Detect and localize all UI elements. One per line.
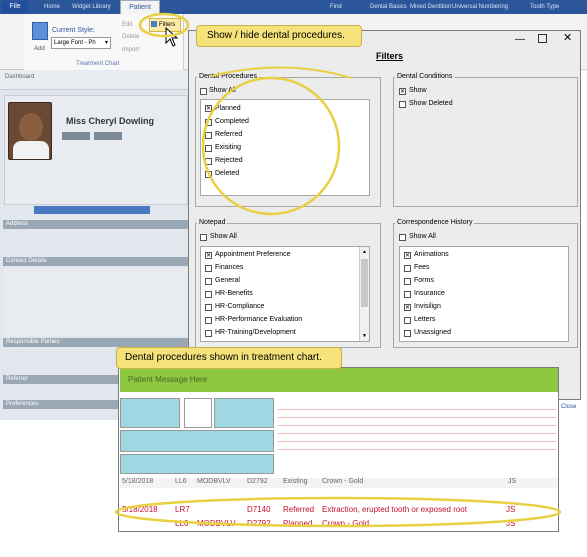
style-select[interactable]: Large Font - Ph ▾ — [51, 37, 111, 49]
tab-find[interactable]: Find — [330, 1, 342, 13]
callout-treatment-chart: Dental procedures shown in treatment cha… — [116, 347, 342, 369]
notepad-show-all-checkbox[interactable] — [200, 234, 207, 241]
unassigned-checkbox[interactable] — [404, 330, 411, 337]
chart-cell — [120, 398, 180, 428]
finances-label: Finances — [215, 264, 244, 271]
tab-home[interactable]: Home — [44, 1, 60, 13]
tab-universal-numbering[interactable]: Universal Numbering — [452, 1, 508, 13]
finances-checkbox[interactable] — [205, 265, 212, 272]
insurance-checkbox[interactable] — [404, 291, 411, 298]
chevron-down-icon: ▾ — [104, 40, 108, 46]
highlight-ellipse-rows — [114, 496, 562, 528]
tab-file[interactable]: File — [2, 1, 28, 13]
patient-name: Miss Cheryl Dowling — [66, 116, 155, 126]
treatment-chart-group-label: Treatment Chart — [76, 61, 120, 67]
appointment-preference-label: Appointment Preference — [215, 251, 291, 258]
fees-checkbox[interactable] — [404, 265, 411, 272]
contact-details-body — [4, 268, 188, 336]
tab-mixed-dentition[interactable]: Mixed Dentition — [410, 1, 451, 13]
add-style-icon[interactable] — [32, 22, 48, 40]
correspondence-show-all-checkbox[interactable] — [399, 234, 406, 241]
row-surface: MODBVLV — [197, 478, 231, 485]
notepad-scrollbar[interactable]: ▲ ▼ — [359, 247, 369, 341]
patient-photo — [8, 102, 52, 160]
dialog-title: Filters — [376, 51, 404, 61]
forms-label: Forms — [414, 277, 434, 284]
edit-button[interactable]: Edit — [122, 22, 132, 28]
minimize-icon[interactable]: — — [515, 34, 525, 45]
maximize-icon[interactable] — [538, 34, 547, 43]
hr-compliance-label: HR-Compliance — [215, 303, 265, 310]
correspondence-label: Correspondence History — [395, 219, 475, 226]
row-description: Crown - Gold — [322, 478, 364, 485]
appointment-preference-checkbox[interactable]: ✕ — [205, 252, 212, 259]
row-status: Existing — [283, 478, 308, 485]
section-contact-details: Contact Details — [3, 257, 189, 266]
invisilign-checkbox[interactable]: ✕ — [404, 304, 411, 311]
hr-training-label: HR-Training/Development — [215, 329, 296, 336]
highlight-ellipse-filters — [138, 12, 190, 38]
letters-label: Letters — [414, 316, 436, 323]
dental-conditions-group — [393, 77, 578, 207]
patient-info-block — [94, 132, 122, 140]
chart-notes-area — [278, 402, 556, 472]
tab-widget-library[interactable]: Widget Library — [72, 1, 111, 13]
tab-dental-basics[interactable]: Dental Basics — [370, 1, 407, 13]
row-code: D2792 — [247, 478, 268, 485]
animations-label: Animations — [414, 251, 449, 258]
section-address: Address — [3, 220, 189, 229]
show-conditions-checkbox[interactable]: ✕ — [399, 88, 406, 95]
chart-cell — [120, 454, 274, 474]
row-date: 5/18/2018 — [122, 478, 154, 485]
insurance-label: Insurance — [414, 290, 445, 297]
callout-show-hide: Show / hide dental procedures. — [196, 25, 362, 47]
general-checkbox[interactable] — [205, 278, 212, 285]
style-select-value: Large Font - Ph — [54, 40, 96, 46]
unassigned-label: Unassigned — [414, 329, 451, 336]
close-button[interactable]: Close — [561, 404, 576, 410]
correspondence-show-all-label: Show All — [409, 233, 436, 240]
section-responsible-parties: Responsible Parties — [3, 338, 189, 347]
hr-benefits-checkbox[interactable] — [205, 291, 212, 298]
tab-tooth-type[interactable]: Tooth Type — [530, 1, 559, 13]
add-button[interactable]: Add — [34, 46, 45, 52]
patient-info-block — [62, 132, 90, 140]
callout-treatment-chart-text: Dental procedures shown in treatment cha… — [125, 352, 322, 363]
row-provider: JS — [508, 478, 517, 485]
hr-benefits-label: HR-Benefits — [215, 290, 253, 297]
chart-cell — [184, 398, 212, 428]
hr-compliance-checkbox[interactable] — [205, 304, 212, 311]
table-row[interactable]: 5/18/2018 LL6 MODBVLV D2792 Existing Cro… — [120, 478, 558, 488]
show-deleted-checkbox[interactable] — [399, 101, 406, 108]
dental-conditions-label: Dental Conditions — [395, 73, 455, 80]
close-icon[interactable]: ✕ — [563, 31, 572, 44]
hr-training-checkbox[interactable] — [205, 330, 212, 337]
hr-performance-checkbox[interactable] — [205, 317, 212, 324]
hr-performance-label: HR-Performance Evaluation — [215, 316, 303, 323]
row-tooth: LL6 — [175, 478, 187, 485]
show-conditions-label: Show — [409, 87, 427, 94]
show-deleted-label: Show Deleted — [409, 100, 453, 107]
notepad-show-all-label: Show All — [210, 233, 237, 240]
chart-cell — [214, 398, 274, 428]
fees-label: Fees — [414, 264, 430, 271]
delete-button[interactable]: Delete — [122, 34, 139, 40]
patient-message: Patient Message Here — [128, 375, 208, 384]
callout-show-hide-text: Show / hide dental procedures. — [207, 30, 345, 41]
patient-panel-header — [0, 70, 192, 90]
letters-checkbox[interactable] — [404, 317, 411, 324]
import-button[interactable]: Import — [122, 47, 139, 53]
dashboard-tab[interactable]: Dashboard — [5, 74, 34, 80]
highlight-ellipse-dental — [201, 66, 352, 216]
forms-checkbox[interactable] — [404, 278, 411, 285]
general-label: General — [215, 277, 240, 284]
chart-cell — [120, 430, 274, 452]
animations-checkbox[interactable]: ✕ — [404, 252, 411, 259]
patient-appt-link[interactable] — [34, 206, 150, 214]
invisilign-label: Invisilign — [414, 303, 441, 310]
current-style-label: Current Style: — [52, 27, 95, 34]
